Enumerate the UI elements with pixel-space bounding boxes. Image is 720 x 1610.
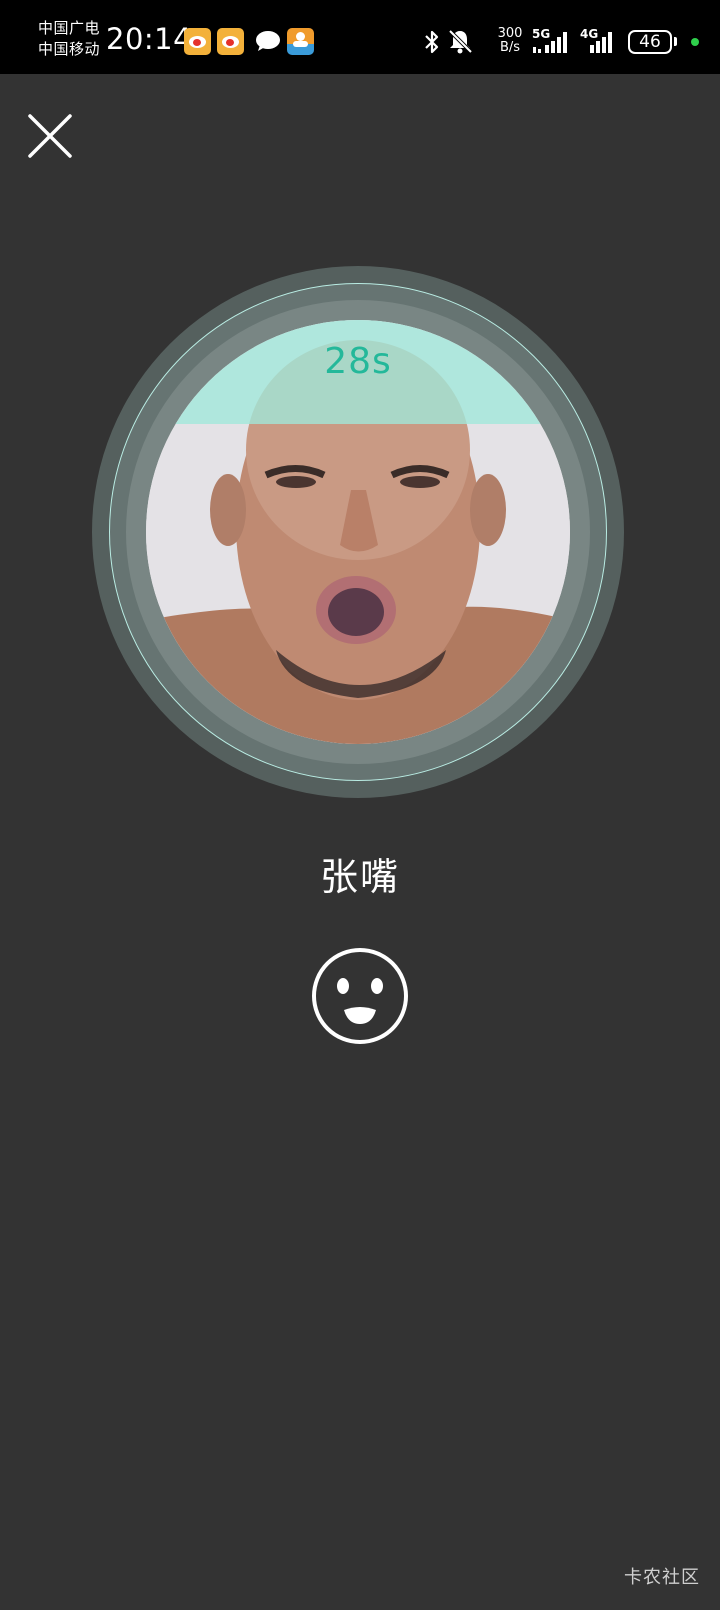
carrier-name-1: 中国广电 — [38, 19, 101, 37]
battery-indicator: 46 — [628, 30, 672, 54]
network-speed-value: 300 — [497, 26, 523, 41]
network-speed: 300 B/s — [495, 27, 525, 55]
signal-strength-icon — [590, 32, 612, 53]
battery-tip — [674, 37, 677, 46]
bluetooth-icon — [425, 30, 439, 54]
close-icon — [28, 114, 72, 158]
status-dot-indicator — [691, 38, 699, 46]
countdown-timer: 28s — [324, 341, 392, 382]
game-app-icon — [287, 28, 314, 55]
chat-bubble-icon — [256, 31, 280, 51]
status-time: 20:14 — [106, 22, 193, 56]
signal-strength-icon — [533, 32, 567, 53]
weibo-icon — [184, 28, 211, 55]
smiley-open-mouth-icon — [312, 948, 408, 1044]
weibo-icon — [217, 28, 244, 55]
carrier-info: 中国广电 中国移动 — [38, 18, 100, 60]
network-speed-unit: B/s — [499, 40, 521, 55]
bell-muted-icon — [448, 29, 473, 54]
action-instruction: 张嘴 — [319, 855, 400, 899]
camera-preview: 28s — [146, 320, 570, 744]
face-verification-screen: 中国广电 中国移动 20:14 300 B/s 5G 4G 46 28s 张嘴 … — [0, 0, 720, 1610]
face-capture-frame: 28s — [92, 266, 624, 798]
carrier-name-2: 中国移动 — [38, 40, 101, 58]
watermark: 卡农社区 — [624, 1567, 700, 1588]
status-bar: 中国广电 中国移动 20:14 300 B/s 5G 4G 46 — [0, 0, 720, 74]
close-button[interactable] — [22, 108, 78, 164]
